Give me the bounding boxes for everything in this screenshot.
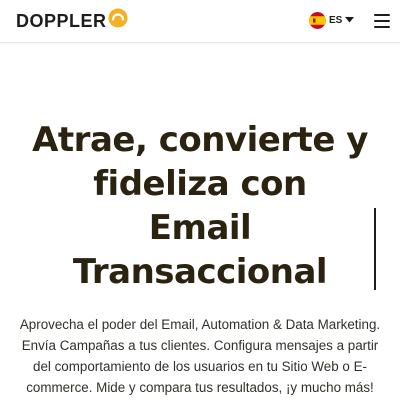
logo-text: DOPPLER	[16, 10, 107, 31]
caret-down-icon	[345, 17, 355, 23]
doppler-logo[interactable]: DOPPLER	[16, 7, 128, 35]
hero-title-line-4: Transaccional	[72, 252, 328, 292]
hero-description: Aprovecha el poder del Email, Automation…	[19, 317, 381, 395]
hero-title-line-1: Atrae, convierte y	[32, 120, 368, 160]
language-selector[interactable]: ES	[309, 11, 355, 29]
hero-title: Atrae, convierte y fideliza con Email Tr…	[0, 118, 400, 294]
text-cursor-line	[374, 208, 376, 290]
site-header: DOPPLER ES	[0, 0, 400, 43]
hamburger-menu-icon[interactable]	[372, 13, 392, 29]
logo-mark-icon	[108, 8, 128, 28]
spain-flag-icon	[309, 11, 326, 29]
hero-title-line-3: Email	[148, 208, 252, 248]
hero-title-line-2: fideliza con	[93, 164, 307, 204]
language-code: ES	[329, 14, 343, 26]
